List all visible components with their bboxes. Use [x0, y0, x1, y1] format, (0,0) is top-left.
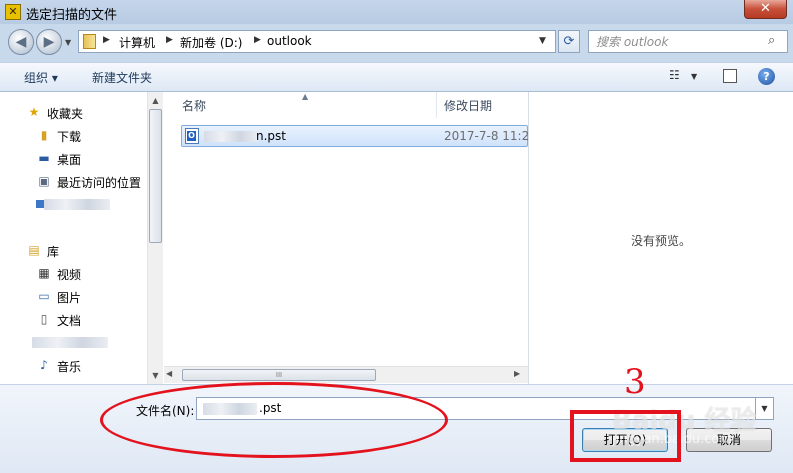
breadcrumb-computer[interactable]: 计算机 — [119, 34, 155, 51]
nav-recent-places[interactable]: 最近访问的位置 — [57, 174, 141, 191]
search-box[interactable]: ⌕ — [588, 30, 788, 53]
recent-places-icon: ▣ — [38, 174, 50, 188]
file-modified-date: 2017-7-8 11:22 — [444, 129, 537, 143]
column-divider[interactable] — [436, 92, 437, 118]
chevron-right-icon[interactable]: ▶ — [103, 35, 110, 45]
folder-icon — [83, 34, 96, 49]
nav-favorites[interactable]: 收藏夹 — [47, 105, 83, 122]
nav-documents[interactable]: 文档 — [57, 312, 81, 329]
help-icon[interactable]: ? — [758, 68, 775, 85]
star-icon: ★ — [28, 105, 40, 119]
nav-music[interactable]: 音乐 — [57, 358, 81, 375]
outlook-pst-icon: O — [185, 128, 199, 144]
nav-desktop[interactable]: 桌面 — [57, 151, 81, 168]
no-preview-text: 没有预览。 — [631, 234, 692, 248]
address-dropdown-icon[interactable]: ▼ — [539, 36, 546, 46]
nav-libraries[interactable]: 库 — [47, 243, 59, 260]
organize-menu[interactable]: 组织 ▾ — [24, 69, 58, 86]
music-icon: ♪ — [40, 358, 48, 372]
breadcrumb-drive[interactable]: 新加卷 (D:) — [180, 34, 242, 51]
scroll-up-icon[interactable]: ▲ — [148, 93, 163, 108]
file-list[interactable]: ▲ 名称 修改日期 O n.pst 2017-7-8 11:22 — [164, 92, 537, 384]
refresh-icon[interactable]: ⟳ — [558, 30, 580, 53]
nav-downloads[interactable]: 下载 — [57, 128, 81, 145]
sort-ascending-icon: ▲ — [302, 92, 309, 101]
view-dropdown-icon[interactable]: ▼ — [691, 72, 697, 81]
file-row-selected[interactable]: O n.pst 2017-7-8 11:22 — [181, 125, 537, 147]
back-arrow-icon[interactable]: ◀ — [8, 29, 34, 55]
address-bar[interactable]: ▶ 计算机 ▶ 新加卷 (D:) ▶ outlook ▼ — [78, 30, 556, 53]
desktop-icon: ▬ — [38, 151, 50, 165]
blurred-nav-item[interactable] — [44, 199, 110, 210]
search-icon[interactable]: ⌕ — [768, 33, 775, 48]
blurred-nav-item[interactable] — [32, 337, 108, 348]
scroll-right-icon[interactable]: ▶ — [514, 369, 520, 378]
column-header-modified[interactable]: 修改日期 — [444, 97, 492, 114]
scroll-down-icon[interactable]: ▼ — [148, 368, 163, 383]
nav-pictures[interactable]: 图片 — [57, 289, 81, 306]
blurred-filename — [204, 131, 258, 142]
preview-pane-toggle-icon[interactable] — [723, 69, 737, 83]
documents-icon: ▯ — [40, 312, 48, 326]
column-header-name[interactable]: 名称 — [182, 97, 206, 114]
pictures-icon: ▭ — [38, 289, 50, 303]
horizontal-scrollbar[interactable]: ◀ III ▶ — [164, 366, 528, 383]
nav-scrollbar[interactable]: ▲ ▼ — [147, 92, 163, 384]
search-input[interactable] — [592, 33, 766, 50]
annotation-box — [570, 410, 681, 462]
view-options-icon[interactable]: ☷ — [669, 68, 685, 84]
new-folder-button[interactable]: 新建文件夹 — [92, 69, 152, 86]
window-title: 选定扫描的文件 — [26, 8, 118, 23]
horizontal-scroll-thumb[interactable]: III — [182, 369, 376, 381]
library-icon: ▤ — [28, 243, 40, 257]
command-toolbar: 组织 ▾ 新建文件夹 ☷ ▼ ? — [0, 62, 793, 92]
nav-videos[interactable]: 视频 — [57, 266, 81, 283]
chevron-right-icon[interactable]: ▶ — [254, 35, 261, 45]
recent-pages-dropdown-icon[interactable]: ▼ — [65, 38, 73, 48]
content-area: ★ 收藏夹 ▮ 下载 ▬ 桌面 ▣ 最近访问的位置 ▤ 库 ▦ 视频 ▭ 图片 … — [0, 92, 793, 384]
title-bar: ✕ 选定扫描的文件 ✕ — [0, 0, 793, 24]
app-icon: ✕ — [5, 4, 21, 20]
nav-scroll-thumb[interactable] — [149, 109, 162, 243]
file-name: n.pst — [256, 129, 286, 143]
close-button[interactable]: ✕ — [744, 0, 787, 19]
breadcrumb-outlook[interactable]: outlook — [267, 34, 312, 48]
address-row: ◀ ▶ ▼ ▶ 计算机 ▶ 新加卷 (D:) ▶ outlook ▼ ⟳ ⌕ — [0, 24, 793, 62]
filename-dropdown-icon[interactable]: ▼ — [756, 397, 774, 420]
downloads-folder-icon: ▮ — [40, 128, 48, 142]
annotation-oval — [100, 382, 448, 458]
preview-pane: 没有预览。 — [528, 92, 793, 384]
video-icon: ▦ — [38, 266, 50, 280]
annotation-step-number: 3 — [624, 362, 646, 402]
forward-arrow-icon[interactable]: ▶ — [36, 29, 62, 55]
chevron-right-icon[interactable]: ▶ — [166, 35, 173, 45]
navigation-pane[interactable]: ★ 收藏夹 ▮ 下载 ▬ 桌面 ▣ 最近访问的位置 ▤ 库 ▦ 视频 ▭ 图片 … — [0, 92, 148, 384]
blurred-item-icon — [36, 200, 44, 208]
scroll-left-icon[interactable]: ◀ — [166, 369, 172, 378]
